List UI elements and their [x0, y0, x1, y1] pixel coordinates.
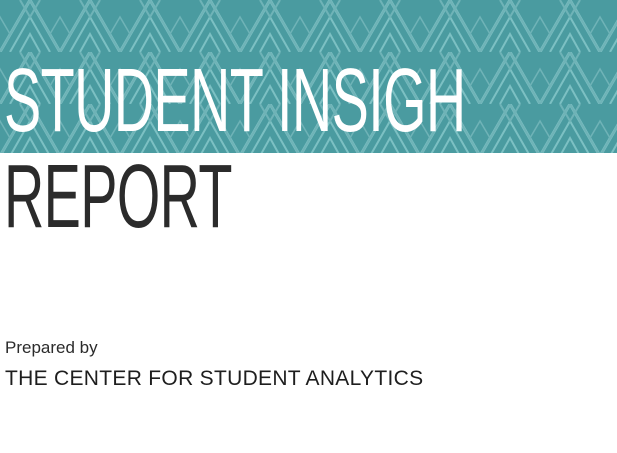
organization-name: THE CENTER FOR STUDENT ANALYTICS	[5, 367, 424, 390]
report-title-line-1: STUDENT INSIGH	[4, 51, 466, 151]
header-banner: STUDENT INSIGH	[0, 0, 617, 153]
report-title-line-2: REPORT	[4, 147, 232, 247]
prepared-by-label: Prepared by	[5, 338, 98, 357]
